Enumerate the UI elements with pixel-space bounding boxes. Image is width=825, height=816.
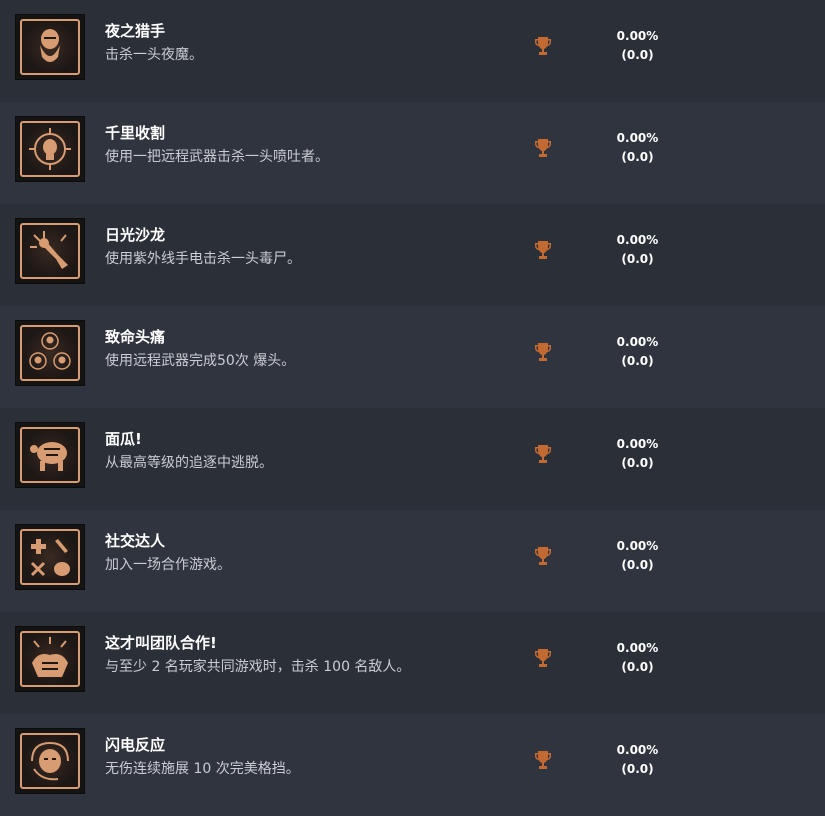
trophy-icon — [535, 139, 551, 157]
unlock-count: (0.0) — [621, 48, 654, 62]
trophy-icon — [535, 343, 551, 361]
achievement-icon-frame — [15, 422, 85, 488]
achievement-title: 社交达人 — [105, 532, 166, 550]
achievement-title: 面瓜! — [105, 430, 142, 448]
unlock-count: (0.0) — [621, 558, 654, 572]
achievement-description: 加入一场合作游戏。 — [105, 557, 231, 573]
achievement-description: 无伤连续施展 10 次完美格挡。 — [105, 761, 300, 777]
unlock-percentage: 0.00% — [616, 233, 659, 247]
achievement-row[interactable]: 面瓜! 从最高等级的追逐中逃脱。 0.00% (0.0) — [0, 408, 825, 510]
achievement-row[interactable]: 社交达人 加入一场合作游戏。 0.00% (0.0) — [0, 510, 825, 612]
unlock-percentage: 0.00% — [616, 743, 659, 757]
achievement-description: 使用远程武器完成50次 爆头。 — [105, 353, 296, 369]
unlock-count: (0.0) — [621, 456, 654, 470]
triple-target-icon — [20, 325, 80, 381]
trophy-icon — [535, 547, 551, 565]
uv-flashlight-icon — [20, 223, 80, 279]
achievement-row[interactable]: 夜之猎手 击杀一头夜魔。 0.00% (0.0) — [0, 0, 825, 102]
unlock-percentage: 0.00% — [616, 335, 659, 349]
dodge-head-icon — [20, 733, 80, 789]
turtle-escape-icon — [20, 427, 80, 483]
unlock-count: (0.0) — [621, 762, 654, 776]
trophy-icon — [535, 445, 551, 463]
achievement-title: 致命头痛 — [105, 328, 166, 346]
unlock-count: (0.0) — [621, 252, 654, 266]
unlock-count: (0.0) — [621, 660, 654, 674]
achievement-title: 这才叫团队合作! — [105, 634, 217, 652]
achievement-description: 击杀一头夜魔。 — [105, 47, 203, 63]
achievement-title: 日光沙龙 — [105, 226, 166, 244]
unlock-count: (0.0) — [621, 150, 654, 164]
achievement-description: 与至少 2 名玩家共同游戏时，击杀 100 名敌人。 — [105, 659, 411, 675]
achievement-icon-frame — [15, 116, 85, 182]
unlock-percentage: 0.00% — [616, 131, 659, 145]
achievement-list: 夜之猎手 击杀一头夜魔。 0.00% (0.0) 千里收割 使用一把远程武器击杀… — [0, 0, 825, 816]
achievement-row[interactable]: 千里收割 使用一把远程武器击杀一头喷吐者。 0.00% (0.0) — [0, 102, 825, 204]
achievement-icon-frame — [15, 626, 85, 692]
achievement-title: 夜之猎手 — [105, 22, 166, 40]
fist-bump-icon — [20, 631, 80, 687]
unlock-percentage: 0.00% — [616, 29, 659, 43]
trophy-icon — [535, 751, 551, 769]
unlock-percentage: 0.00% — [616, 539, 659, 553]
achievement-icon-frame — [15, 218, 85, 284]
unlock-count: (0.0) — [621, 354, 654, 368]
achievement-icon-frame — [15, 728, 85, 794]
achievement-row[interactable]: 闪电反应 无伤连续施展 10 次完美格挡。 0.00% (0.0) — [0, 714, 825, 816]
achievement-description: 使用一把远程武器击杀一头喷吐者。 — [105, 149, 329, 165]
unlock-percentage: 0.00% — [616, 437, 659, 451]
achievement-icon-frame — [15, 14, 85, 80]
achievement-icon-frame — [15, 524, 85, 590]
achievement-row[interactable]: 这才叫团队合作! 与至少 2 名玩家共同游戏时，击杀 100 名敌人。 0.00… — [0, 612, 825, 714]
achievement-title: 闪电反应 — [105, 736, 166, 754]
achievement-description: 使用紫外线手电击杀一头毒尸。 — [105, 251, 301, 267]
achievement-icon-frame — [15, 320, 85, 386]
trophy-icon — [535, 649, 551, 667]
crosshair-skull-icon — [20, 121, 80, 177]
trophy-icon — [535, 241, 551, 259]
achievement-description: 从最高等级的追逐中逃脱。 — [105, 455, 273, 471]
bearded-face-icon — [20, 19, 80, 75]
achievement-title: 千里收割 — [105, 124, 166, 142]
achievement-row[interactable]: 日光沙龙 使用紫外线手电击杀一头毒尸。 0.00% (0.0) — [0, 204, 825, 306]
unlock-percentage: 0.00% — [616, 641, 659, 655]
achievement-row[interactable]: 致命头痛 使用远程武器完成50次 爆头。 0.00% (0.0) — [0, 306, 825, 408]
trophy-icon — [535, 37, 551, 55]
class-symbols-icon — [20, 529, 80, 585]
